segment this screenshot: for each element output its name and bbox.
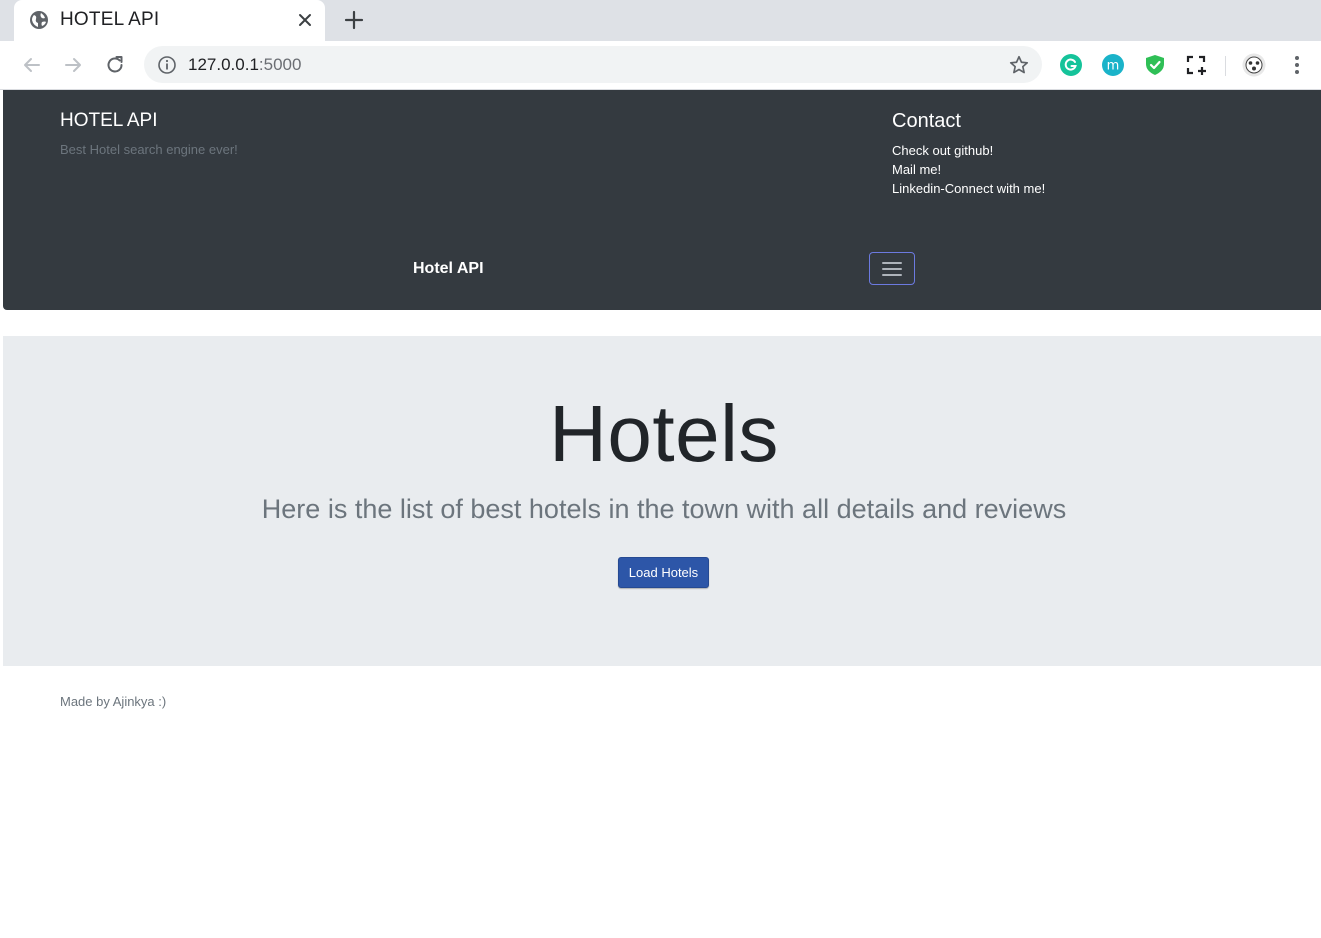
tab-title: HOTEL API (60, 9, 160, 30)
browser-tabstrip: HOTEL API (0, 0, 1321, 41)
contact-link-mail[interactable]: Mail me! (892, 160, 1045, 179)
plus-icon[interactable] (343, 9, 365, 31)
load-hotels-button[interactable]: Load Hotels (618, 557, 709, 588)
browser-toolbar: 127.0.0.1:5000 m (0, 41, 1321, 90)
url-port: :5000 (258, 55, 302, 74)
contact-list: Check out github! Mail me! Linkedin-Conn… (892, 141, 1045, 198)
page-title: Hotels (549, 389, 779, 478)
back-icon[interactable] (20, 53, 44, 77)
shield-check-icon[interactable] (1143, 53, 1167, 77)
hamburger-icon (882, 262, 902, 264)
hamburger-icon-bar (882, 268, 902, 270)
brand-title: HOTEL API (60, 110, 158, 131)
site-header: HOTEL API Best Hotel search engine ever!… (3, 90, 1321, 310)
footer-credit: Made by Ajinkya :) (60, 694, 167, 709)
extension-m-icon[interactable]: m (1101, 53, 1125, 77)
screenshot-icon[interactable] (1184, 53, 1208, 77)
browser-tab[interactable]: HOTEL API (14, 0, 325, 41)
brand-tagline: Best Hotel search engine ever! (60, 142, 238, 157)
grammarly-icon[interactable] (1059, 53, 1083, 77)
reload-icon[interactable] (103, 53, 127, 77)
svg-text:m: m (1107, 59, 1120, 74)
hamburger-icon-bar (882, 274, 902, 276)
toolbar-separator (1225, 56, 1226, 76)
navbar-toggler-button[interactable] (869, 252, 915, 285)
contact-link-linkedin[interactable]: Linkedin-Connect with me! (892, 179, 1045, 198)
hero-lead: Here is the list of best hotels in the t… (261, 494, 1067, 524)
url-text: 127.0.0.1:5000 (188, 55, 301, 75)
hero-jumbotron: Hotels Here is the list of best hotels i… (3, 336, 1321, 666)
address-bar[interactable]: 127.0.0.1:5000 (144, 46, 1042, 83)
navbar-brand[interactable]: Hotel API (413, 260, 484, 278)
contact-title: Contact (892, 110, 961, 132)
globe-icon (30, 11, 48, 29)
menu-icon[interactable] (1285, 53, 1309, 77)
url-host: 127.0.0.1 (188, 55, 259, 74)
info-icon[interactable] (157, 55, 177, 75)
profile-avatar[interactable] (1242, 53, 1266, 77)
star-icon[interactable] (1008, 54, 1030, 76)
close-icon[interactable] (296, 11, 314, 29)
forward-icon[interactable] (61, 53, 85, 77)
contact-link-github[interactable]: Check out github! (892, 141, 1045, 160)
